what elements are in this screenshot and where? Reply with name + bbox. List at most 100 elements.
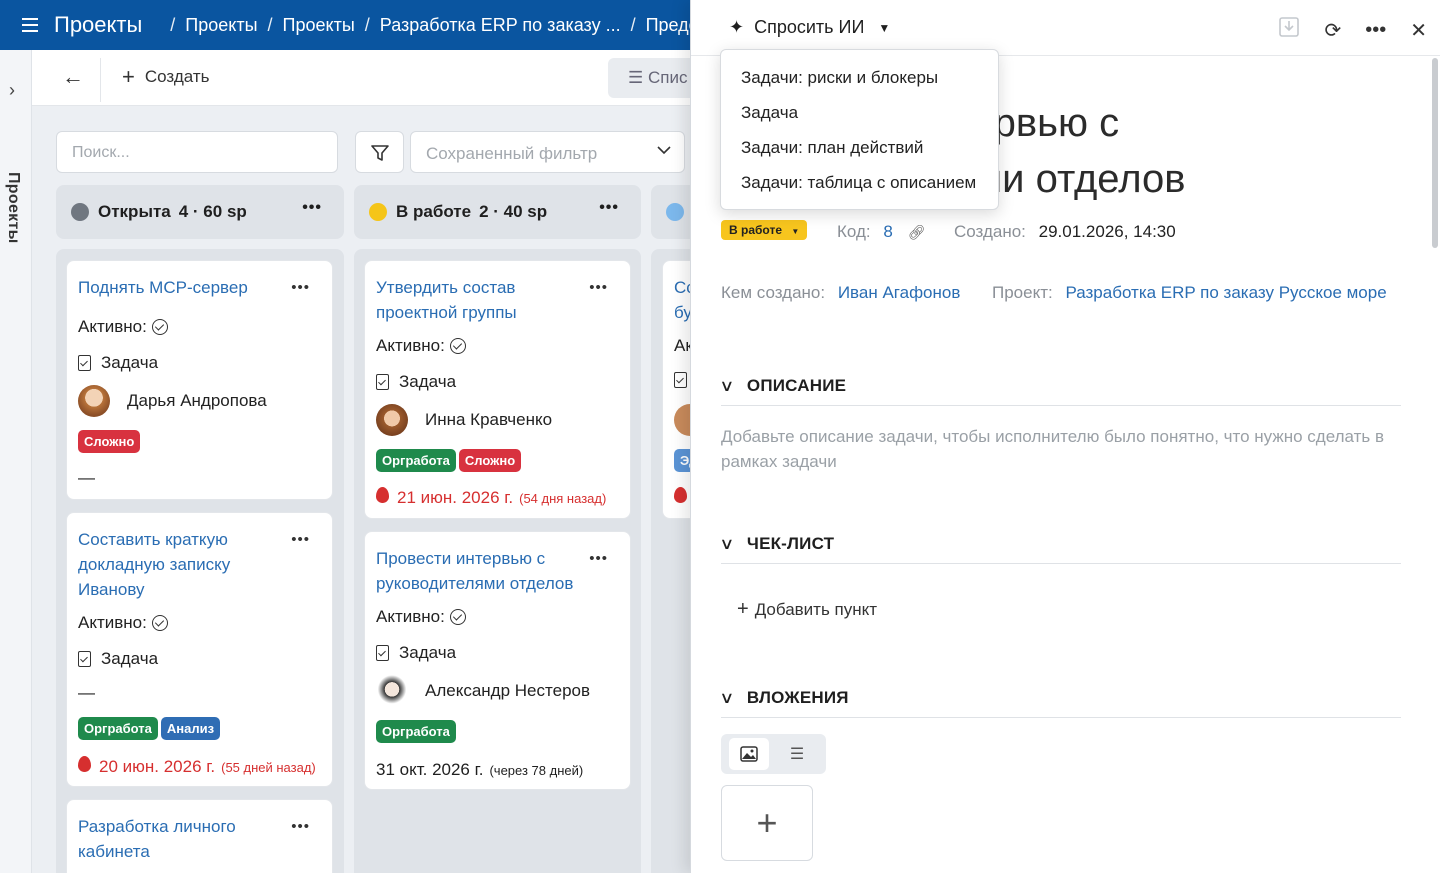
add-checklist-item-button[interactable]: + Добавить пункт — [737, 598, 877, 621]
view-switch-label: Спис — [647, 68, 688, 87]
description-placeholder[interactable]: Добавьте описание задачи, чтобы исполнит… — [721, 424, 1401, 474]
task-type-row: Задача — [376, 643, 456, 663]
more-icon[interactable]: ••• — [291, 818, 310, 835]
tag-list: Оргработа Сложно — [376, 449, 522, 472]
app-title[interactable]: Проекты — [54, 12, 142, 38]
task-card[interactable]: Разработка личного кабинета ••• — [66, 799, 333, 873]
breadcrumb-separator: / — [267, 14, 273, 35]
breadcrumb-item-projects-2[interactable]: Проекты — [283, 15, 355, 36]
menu-item-table[interactable]: Задачи: таблица с описанием — [721, 167, 998, 202]
task-type-row: Задача — [78, 649, 158, 669]
panel-header: ✦ Спросить ИИ ▼ ⟳ ••• ✕ — [691, 0, 1440, 56]
author-value[interactable]: Иван Агафонов — [838, 283, 961, 302]
section-title: ОПИСАНИЕ — [746, 376, 847, 395]
status-dot — [71, 203, 89, 221]
more-icon[interactable]: ••• — [302, 199, 322, 217]
column-count: 4 · 60 sp — [178, 202, 247, 221]
task-card-title[interactable]: Утвердить состав проектной группы — [376, 275, 576, 325]
check-circle-icon — [449, 609, 466, 625]
created-date: Создано: 29.01.2026, 14:30 — [954, 222, 1176, 242]
menu-icon[interactable] — [22, 18, 40, 32]
download-icon[interactable] — [1278, 16, 1300, 44]
back-arrow-icon[interactable]: ← — [62, 64, 84, 90]
more-icon[interactable]: ••• — [599, 199, 619, 217]
task-type-row: Задача — [78, 353, 158, 373]
task-card[interactable]: Провести интервью с руководителями отдел… — [364, 531, 631, 790]
task-card-title[interactable]: Разработка личного кабинета — [78, 814, 278, 864]
scrollbar[interactable] — [1432, 58, 1438, 248]
ask-ai-button[interactable]: ✦ Спросить ИИ ▼ — [729, 17, 890, 38]
section-title: ВЛОЖЕНИЯ — [746, 688, 849, 707]
image-view-icon[interactable] — [729, 738, 769, 770]
chevron-right-icon[interactable]: › — [9, 80, 15, 101]
task-card[interactable]: Поднять MCP-сервер ••• Активно: Задача Д… — [66, 260, 333, 500]
status-dot — [666, 203, 684, 221]
column-title: В работе — [396, 202, 472, 221]
fire-icon — [674, 487, 687, 503]
more-icon[interactable]: ••• — [1365, 19, 1386, 42]
create-button[interactable]: + Создать — [122, 64, 210, 89]
task-card[interactable]: Составить краткую докладную записку Иван… — [66, 512, 333, 787]
refresh-icon[interactable]: ⟳ — [1324, 18, 1341, 43]
plus-icon: + — [122, 64, 135, 89]
due-date: — — [78, 468, 95, 487]
task-icon — [78, 355, 91, 371]
task-card-title[interactable]: Провести интервью с руководителями отдел… — [376, 546, 596, 596]
assignee-row: Дарья Андропова — [78, 385, 267, 417]
column-title: Открыта — [98, 202, 171, 221]
add-attachment-button[interactable]: + — [721, 785, 813, 861]
chevron-down-icon: ∨ — [719, 536, 735, 553]
section-description[interactable]: ∨ ОПИСАНИЕ — [719, 376, 1401, 406]
more-icon[interactable]: ••• — [291, 279, 310, 296]
task-type: Задача — [399, 643, 457, 662]
board-toolbar: ← + Создать ☰ Спис — [32, 50, 728, 106]
create-button-label: Создать — [144, 67, 210, 86]
link-icon[interactable]: 🔗︎ — [908, 224, 926, 240]
status-label: В работе — [729, 223, 782, 237]
check-circle-icon — [449, 338, 466, 354]
more-icon[interactable]: ••• — [291, 531, 310, 548]
project-value[interactable]: Разработка ERP по заказу Русское море — [1065, 283, 1386, 302]
task-card[interactable]: Утвердить состав проектной группы ••• Ак… — [364, 260, 631, 519]
close-icon[interactable]: ✕ — [1410, 18, 1427, 43]
section-attachments[interactable]: ∨ ВЛОЖЕНИЯ — [719, 688, 1401, 718]
filter-button[interactable] — [355, 131, 404, 173]
status-badge[interactable]: В работе ▼ — [721, 220, 808, 240]
saved-filter-select[interactable]: Сохраненный фильтр — [410, 131, 685, 173]
tag-badge: Оргработа — [376, 449, 456, 472]
created-label: Создано: — [954, 222, 1026, 241]
active-row: Активно: — [78, 613, 168, 633]
list-view-icon[interactable]: ☰ — [777, 738, 817, 770]
active-row: Активно: — [376, 607, 466, 627]
fire-icon — [376, 487, 389, 503]
due-date: 31 окт. 2026 г. (через 78 дней) — [376, 760, 583, 780]
due-date: 20 июн. 2026 г. (55 дней назад) — [78, 756, 316, 777]
menu-item-action-plan[interactable]: Задачи: план действий — [721, 132, 998, 167]
chevron-down-icon: ∨ — [719, 690, 735, 707]
more-icon[interactable]: ••• — [589, 279, 608, 296]
search-input[interactable]: Поиск... — [56, 131, 338, 173]
task-card-title[interactable]: Поднять MCP-сервер — [78, 275, 248, 300]
section-checklist[interactable]: ∨ ЧЕК-ЛИСТ — [719, 534, 1401, 564]
add-item-label: Добавить пункт — [754, 599, 878, 619]
author: Кем создано: Иван Агафонов — [721, 283, 960, 303]
rail-label[interactable]: Проекты — [4, 172, 22, 244]
assignee-name: Александр Нестеров — [425, 681, 591, 700]
tag-badge: Оргработа — [78, 717, 158, 740]
task-card-title[interactable]: Составить краткую докладную записку Иван… — [78, 527, 278, 602]
menu-item-risks[interactable]: Задачи: риски и блокеры — [721, 62, 998, 97]
project-label: Проект: — [992, 283, 1053, 302]
task-icon — [674, 372, 687, 388]
more-icon[interactable]: ••• — [589, 550, 608, 567]
breadcrumb-item-projects-1[interactable]: Проекты — [185, 15, 257, 36]
menu-item-task[interactable]: Задача — [721, 97, 998, 132]
assignee-row: Александр Нестеров — [376, 675, 590, 707]
tag-list: Оргработа — [376, 720, 456, 743]
fire-icon — [78, 756, 91, 772]
tag-list: Сложно — [78, 430, 141, 453]
breadcrumb-item-project[interactable]: Разработка ERP по заказу ... — [380, 15, 621, 36]
check-circle-icon — [151, 615, 168, 631]
code-value[interactable]: 8 — [883, 222, 892, 241]
task-icon — [376, 374, 389, 390]
active-label: Активно: — [78, 317, 147, 336]
